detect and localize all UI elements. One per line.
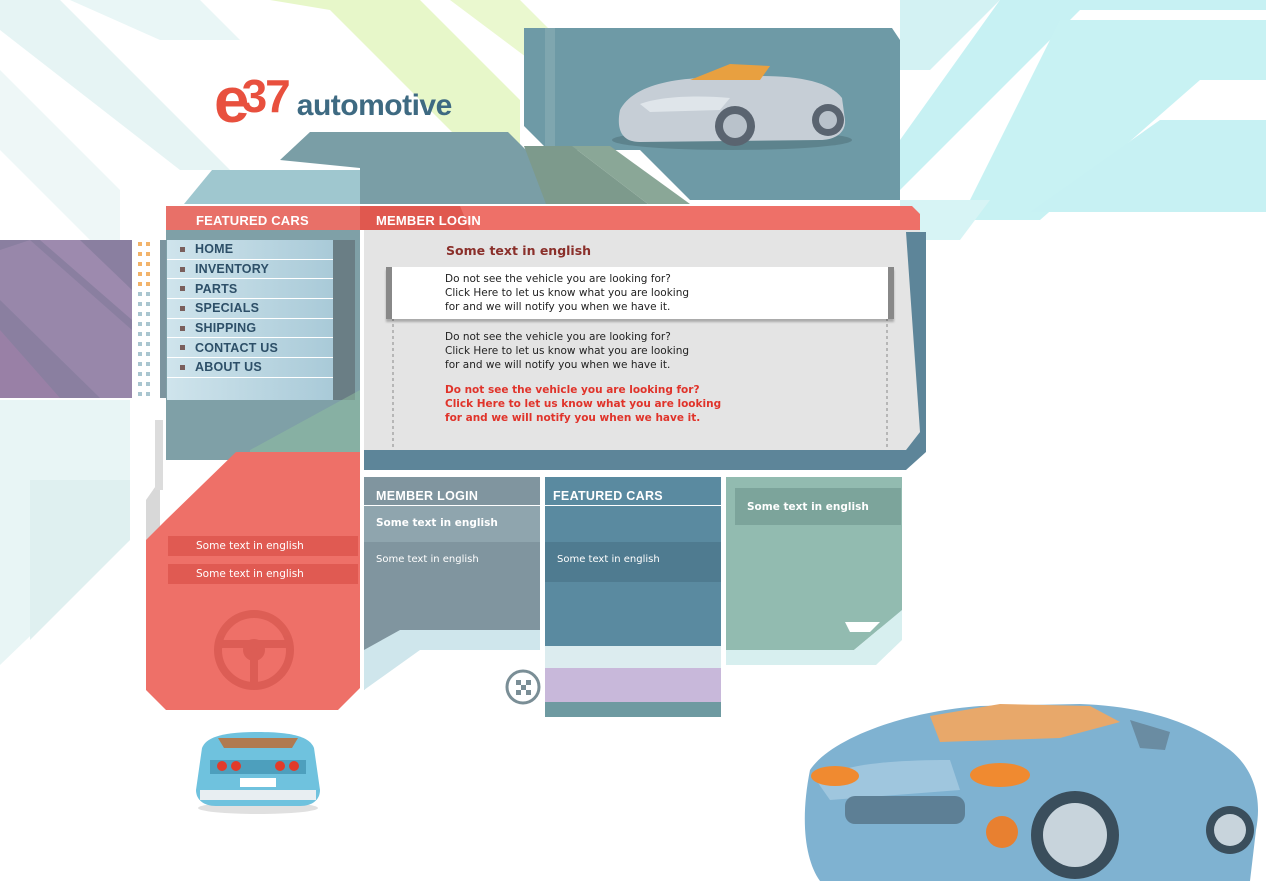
nav-label: ABOUT US: [195, 360, 262, 375]
site-logo[interactable]: e 37 automotive: [214, 68, 504, 132]
nav-item-inventory[interactable]: INVENTORY: [167, 260, 333, 280]
nav-label: HOME: [195, 242, 234, 257]
nav-item-shipping[interactable]: SHIPPING: [167, 319, 333, 339]
featured-cars-header: FEATURED CARS: [196, 213, 309, 228]
text-line: Do not see the vehicle you are looking f…: [445, 273, 671, 285]
text-line: Click Here to let us know what you are l…: [445, 345, 690, 357]
nav-label: SPECIALS: [195, 301, 260, 316]
nav-label: INVENTORY: [195, 262, 270, 277]
text-line: for and we will notify you when we have …: [445, 412, 701, 424]
bullet-icon: [180, 325, 185, 331]
side-link[interactable]: Some text in english: [168, 564, 358, 584]
text-line: for and we will notify you when we have …: [445, 301, 671, 313]
background-decoration: [0, 0, 1266, 881]
bottom-col2-text: Some text in english: [557, 554, 660, 565]
body-text[interactable]: Do not see the vehicle you are looking f…: [445, 330, 745, 372]
nav-item-about-us[interactable]: ABOUT US: [167, 358, 333, 378]
blue-coupe-image: [804, 704, 1259, 881]
nav-item-home[interactable]: HOME: [167, 240, 333, 260]
nav-label: PARTS: [195, 281, 238, 296]
bottom-col3-link[interactable]: Some text in english: [747, 501, 869, 513]
text-line: Click Here to let us know what you are l…: [445, 398, 722, 410]
highlight-text[interactable]: Do not see the vehicle you are looking f…: [445, 272, 745, 314]
bottom-featured-cars-header: FEATURED CARS: [553, 489, 663, 503]
member-login-title: Some text in english: [446, 243, 592, 258]
text-line: Do not see the vehicle you are looking f…: [445, 384, 700, 396]
text-line: Click Here to let us know what you are l…: [445, 287, 690, 299]
bullet-icon: [180, 345, 185, 351]
nav-label: CONTACT US: [195, 340, 279, 355]
checkered-flag-icon[interactable]: [505, 669, 541, 705]
bullet-icon: [180, 286, 185, 292]
divider: [545, 505, 721, 506]
blue-sportscar-rear-image: [196, 732, 320, 814]
nav-item-parts[interactable]: PARTS: [167, 279, 333, 300]
red-notice-text[interactable]: Do not see the vehicle you are looking f…: [445, 383, 745, 425]
bullet-icon: [180, 305, 185, 311]
nav-label: SHIPPING: [195, 321, 257, 336]
side-link[interactable]: Some text in english: [168, 536, 358, 556]
nav-item-contact-us[interactable]: CONTACT US: [167, 338, 333, 359]
logo-number: 37: [241, 70, 291, 122]
bullet-icon: [180, 266, 185, 272]
bullet-icon: [180, 364, 185, 370]
nav-item-specials[interactable]: SPECIALS: [167, 299, 333, 319]
bottom-col1-bold-link[interactable]: Some text in english: [376, 517, 498, 529]
text-line: for and we will notify you when we have …: [445, 359, 671, 371]
page: e 37 automotive FEATURED CARS HOME INVEN…: [0, 0, 1266, 881]
bullet-icon: [180, 246, 185, 252]
bottom-col1-text: Some text in english: [376, 554, 479, 565]
member-login-header: MEMBER LOGIN: [376, 213, 481, 228]
text-line: Do not see the vehicle you are looking f…: [445, 331, 671, 343]
bottom-member-login-header: MEMBER LOGIN: [376, 489, 479, 503]
main-nav: HOME INVENTORY PARTS SPECIALS SHIPPING C…: [167, 240, 333, 400]
divider: [364, 505, 540, 506]
logo-word: automotive: [296, 89, 453, 122]
